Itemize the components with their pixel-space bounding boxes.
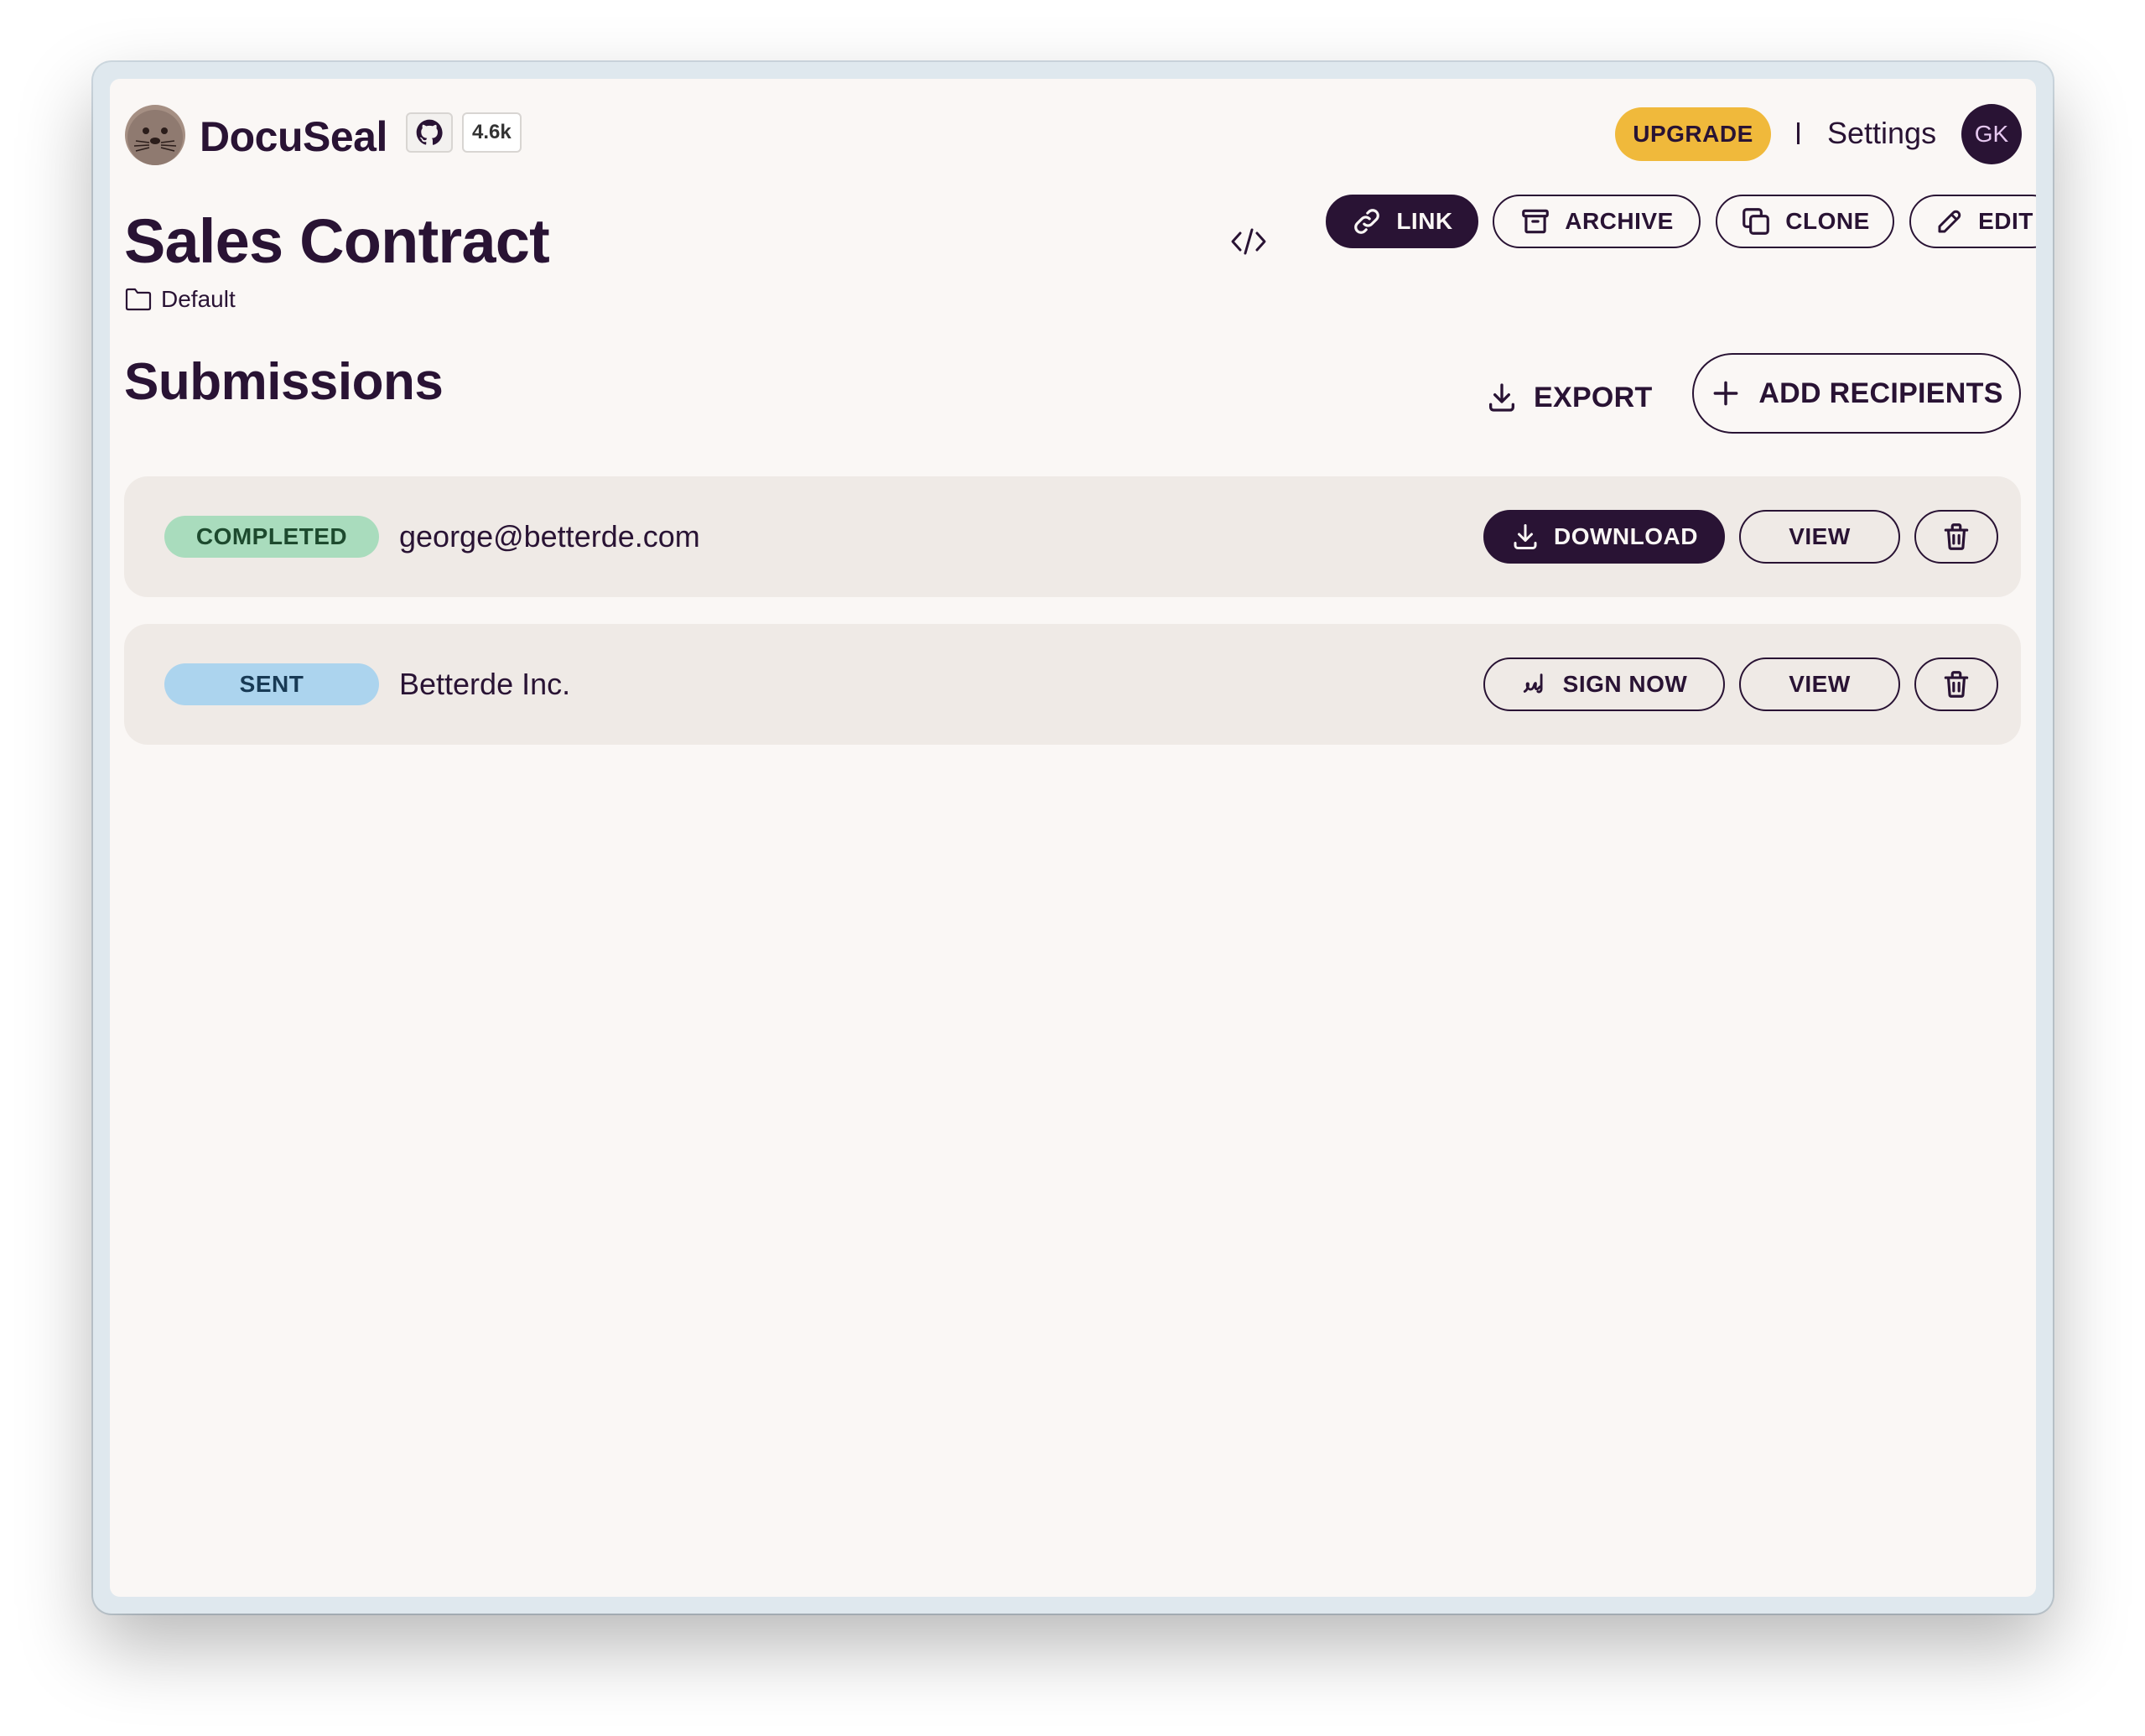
download-label: DOWNLOAD (1554, 523, 1698, 549)
view-label: VIEW (1789, 671, 1851, 697)
trash-icon (1944, 671, 1969, 698)
github-star-count[interactable]: 4.6k (462, 112, 522, 153)
top-navbar: DocuSeal 4.6k UPGRADE Settings GK (124, 102, 2022, 166)
submissions-heading: Submissions (124, 353, 444, 411)
view-label: VIEW (1789, 523, 1851, 549)
recipient-name[interactable]: Betterde Inc. (399, 654, 570, 715)
link-button[interactable]: LINK (1326, 195, 1478, 248)
add-recipients-label: ADD RECIPIENTS (1758, 377, 2003, 409)
export-label: EXPORT (1534, 381, 1653, 413)
clone-icon (1742, 208, 1770, 235)
window-frame: DocuSeal 4.6k UPGRADE Settings GK Sales … (93, 62, 2053, 1614)
link-label: LINK (1396, 208, 1453, 234)
archive-button[interactable]: ARCHIVE (1493, 195, 1701, 248)
plus-icon (1713, 381, 1738, 406)
export-button[interactable]: EXPORT (1485, 371, 1653, 424)
submission-row: COMPLETED george@betterde.com DOWNLOAD V… (124, 476, 2021, 597)
archive-icon (1522, 209, 1550, 234)
add-recipients-button[interactable]: ADD RECIPIENTS (1692, 353, 2021, 434)
github-button[interactable] (406, 112, 453, 153)
app-window: DocuSeal 4.6k UPGRADE Settings GK Sales … (110, 79, 2036, 1597)
edit-button[interactable]: EDIT (1909, 195, 2036, 248)
delete-button[interactable] (1914, 510, 1998, 564)
clone-button[interactable]: CLONE (1716, 195, 1894, 248)
status-badge: COMPLETED (164, 516, 379, 558)
submission-row: SENT Betterde Inc. SIGN NOW VIEW (124, 624, 2021, 745)
trash-icon (1944, 523, 1969, 550)
download-icon (1514, 524, 1537, 549)
sign-now-button[interactable]: SIGN NOW (1483, 657, 1725, 711)
embed-code-button[interactable] (1225, 218, 1272, 265)
signature-icon (1523, 673, 1543, 694)
download-icon (1489, 383, 1514, 412)
page-title: Sales Contract (124, 206, 550, 276)
pencil-icon (1938, 210, 1961, 233)
delete-button[interactable] (1914, 657, 1998, 711)
folder-breadcrumb[interactable]: Default (124, 286, 236, 313)
recipient-name[interactable]: george@betterde.com (399, 507, 700, 567)
avatar[interactable]: GK (1961, 104, 2022, 164)
edit-label: EDIT (1978, 208, 2033, 234)
divider (1797, 122, 1800, 144)
seal-logo-icon[interactable] (124, 104, 186, 166)
link-icon (1354, 209, 1380, 234)
upgrade-button[interactable]: UPGRADE (1615, 107, 1771, 161)
download-button[interactable]: DOWNLOAD (1483, 510, 1725, 564)
folder-icon (125, 288, 152, 311)
view-button[interactable]: VIEW (1739, 510, 1900, 564)
sign-now-label: SIGN NOW (1562, 671, 1688, 697)
github-icon (416, 119, 443, 145)
settings-link[interactable]: Settings (1827, 102, 1936, 164)
clone-label: CLONE (1785, 208, 1870, 234)
view-button[interactable]: VIEW (1739, 657, 1900, 711)
brand-name[interactable]: DocuSeal (200, 106, 387, 168)
archive-label: ARCHIVE (1565, 208, 1674, 234)
status-badge: SENT (164, 663, 379, 705)
folder-name: Default (161, 286, 236, 312)
code-icon (1231, 228, 1266, 255)
